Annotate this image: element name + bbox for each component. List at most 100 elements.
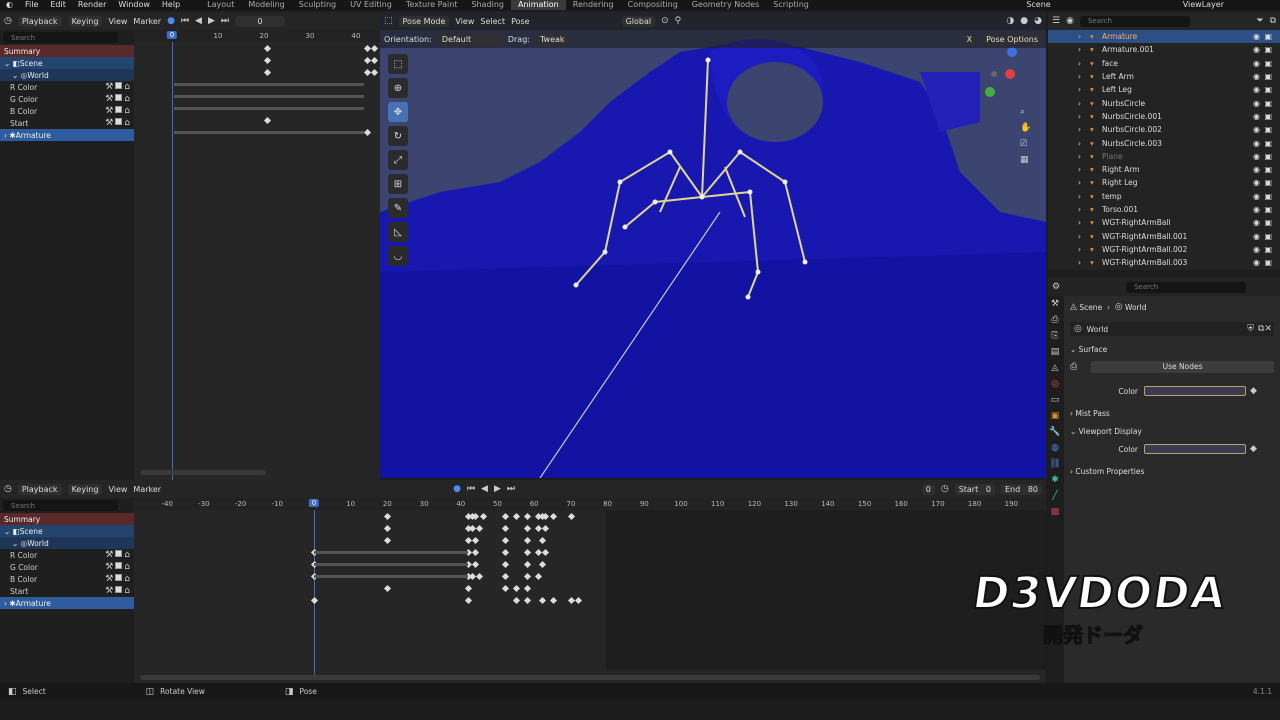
outliner-item[interactable]: › ▾ Armature ◉ ▣ (1048, 30, 1280, 44)
keyframe[interactable] (549, 596, 557, 605)
keyframe-area-top[interactable]: 0 10 20 30 40 (134, 30, 380, 482)
render-camera-icon[interactable]: ▣ (1264, 99, 1272, 108)
visibility-eye-icon[interactable]: ◉ (1253, 192, 1260, 201)
editor-type-icon[interactable]: ☰ (1052, 16, 1060, 26)
render-camera-icon[interactable]: ▣ (1264, 112, 1272, 121)
render-tab-icon[interactable]: ⎙ (1048, 312, 1062, 328)
visibility-eye-icon[interactable]: ◉ (1253, 72, 1260, 81)
render-camera-icon[interactable]: ▣ (1264, 125, 1272, 134)
menu-edit[interactable]: Edit (44, 0, 72, 10)
visibility-eye-icon[interactable]: ◉ (1253, 45, 1260, 54)
wrench-icon[interactable]: ⚒ (105, 550, 113, 560)
relax-tool-icon[interactable]: ◡ (388, 246, 408, 266)
tab-scripting[interactable]: Scripting (766, 0, 816, 10)
render-camera-icon[interactable]: ▣ (1264, 245, 1272, 254)
keyframe[interactable] (549, 512, 557, 521)
collection-tab-icon[interactable]: ▭ (1048, 392, 1062, 408)
channel-summary[interactable]: Summary (0, 513, 134, 525)
visibility-eye-icon[interactable]: ◉ (1253, 152, 1260, 161)
expand-arrow-icon[interactable]: › (1078, 85, 1081, 94)
keyframe[interactable] (263, 56, 272, 65)
editor-type-icon[interactable]: ⬚ (384, 16, 393, 26)
outliner-item[interactable]: › ▾ Left Leg ◉ ▣ (1048, 83, 1280, 96)
orientation-dropdown[interactable]: Default (437, 33, 502, 45)
record-icon[interactable]: ● (453, 484, 461, 494)
outliner-item[interactable]: › ▾ NurbsCircle.001 ◉ ▣ (1048, 110, 1280, 123)
expand-arrow-icon[interactable]: › (1078, 45, 1081, 54)
lock-icon[interactable]: ⌂ (124, 562, 130, 572)
scene-tab-icon[interactable]: ◬ (1048, 360, 1062, 376)
keyframe[interactable] (542, 548, 550, 557)
expand-arrow-icon[interactable]: › (1078, 218, 1081, 227)
expand-arrow-icon[interactable]: › (1078, 152, 1081, 161)
wrench-icon[interactable]: ⚒ (105, 118, 113, 128)
expand-arrow-icon[interactable]: › (1078, 139, 1081, 148)
tool-tab-icon[interactable]: ⚒ (1048, 296, 1062, 312)
tab-modeling[interactable]: Modeling (241, 0, 291, 10)
keyframe[interactable] (370, 56, 379, 65)
rotate-tool-icon[interactable]: ↻ (388, 126, 408, 146)
current-frame-field[interactable]: 0 (235, 15, 285, 27)
lock-icon[interactable]: ⌂ (124, 118, 130, 128)
outliner-item[interactable]: › ▾ WGT-RightArmBall ◉ ▣ (1048, 216, 1280, 229)
scale-tool-icon[interactable]: ⤢ (388, 150, 408, 170)
keyframe[interactable] (523, 584, 531, 593)
keyframe-diamond-icon[interactable]: ◆ (1250, 386, 1257, 396)
prev-key-icon[interactable]: ◀ (481, 484, 488, 494)
move-tool-icon[interactable]: ✥ (388, 102, 408, 122)
channel-g-color[interactable]: G Color ⚒ ⌂ (0, 93, 134, 105)
horizontal-scrollbar[interactable] (140, 675, 1040, 680)
start-frame-field[interactable]: Start 0 (954, 483, 995, 495)
expand-arrow-icon[interactable]: › (1078, 258, 1081, 267)
keyframe[interactable] (370, 44, 379, 53)
playback-menu[interactable]: Playback (17, 483, 62, 495)
keyframe[interactable] (384, 536, 392, 545)
expand-arrow-icon[interactable]: › (1078, 32, 1081, 41)
tab-layout[interactable]: Layout (200, 0, 241, 10)
surface-color-field[interactable] (1144, 386, 1246, 396)
keyframe[interactable] (263, 116, 272, 125)
render-camera-icon[interactable]: ▣ (1264, 232, 1272, 241)
keyframe[interactable] (472, 548, 480, 557)
end-frame-field[interactable]: End 80 (1000, 483, 1042, 495)
outliner-search-input[interactable]: Search (1079, 15, 1190, 27)
visibility-eye-icon[interactable]: ◉ (1253, 232, 1260, 241)
editor-type-icon[interactable]: ◷ (4, 16, 12, 26)
tab-sculpting[interactable]: Sculpting (292, 0, 343, 10)
keyframe[interactable] (465, 596, 473, 605)
keyframe[interactable] (501, 512, 509, 521)
visibility-eye-icon[interactable]: ◉ (1253, 258, 1260, 267)
wrench-icon[interactable]: ⚒ (105, 574, 113, 584)
visibility-eye-icon[interactable]: ◉ (1253, 99, 1260, 108)
channel-r-color[interactable]: R Color ⚒ ⌂ (0, 81, 134, 93)
outliner-item[interactable]: › ▾ NurbsCircle ◉ ▣ (1048, 96, 1280, 109)
expand-arrow-icon[interactable]: › (1078, 205, 1081, 214)
visibility-eye-icon[interactable]: ◉ (1253, 205, 1260, 214)
keyframe[interactable] (468, 524, 476, 533)
pose-options-dropdown[interactable]: Pose Options (982, 33, 1042, 45)
lock-icon[interactable]: ⌂ (124, 586, 130, 596)
checkbox[interactable] (115, 82, 123, 89)
tab-geometry-nodes[interactable]: Geometry Nodes (685, 0, 766, 10)
keyframe-diamond-icon[interactable]: ◆ (1250, 444, 1257, 454)
outliner-item[interactable]: › ▾ NurbsCircle.002 ◉ ▣ (1048, 123, 1280, 136)
expand-arrow-icon[interactable]: › (1078, 99, 1081, 108)
drag-dropdown[interactable]: Tweak (535, 33, 569, 45)
channel-armature[interactable]: › ✱ Armature (0, 129, 134, 141)
channel-b-color[interactable]: B Color ⚒ ⌂ (0, 105, 134, 117)
outliner-item[interactable]: › ▾ Left Arm ◉ ▣ (1048, 70, 1280, 83)
keyframe-area-bottom[interactable]: -40 -30 -20 -10 0 10 20 30 40 50 60 70 80 90 100 110 120… (134, 498, 1046, 683)
keyframe[interactable] (523, 512, 531, 521)
keyframe[interactable] (538, 596, 546, 605)
use-nodes-button[interactable]: Use Nodes (1091, 361, 1274, 373)
view-layer-tab-icon[interactable]: ▤ (1048, 344, 1062, 360)
checkbox[interactable] (115, 574, 123, 581)
menu-help[interactable]: Help (156, 0, 186, 10)
outliner-item[interactable]: › ▾ Armature.001 ◉ ▣ (1048, 43, 1280, 56)
tab-animation[interactable]: Animation (510, 0, 566, 10)
jump-end-icon[interactable]: ⏭ (221, 16, 229, 26)
lock-icon[interactable]: ⌂ (124, 550, 130, 560)
viewport-color-field[interactable] (1144, 444, 1246, 454)
expand-arrow-icon[interactable]: › (1078, 165, 1081, 174)
zoom-icon[interactable]: ⌕ (1020, 107, 1038, 117)
